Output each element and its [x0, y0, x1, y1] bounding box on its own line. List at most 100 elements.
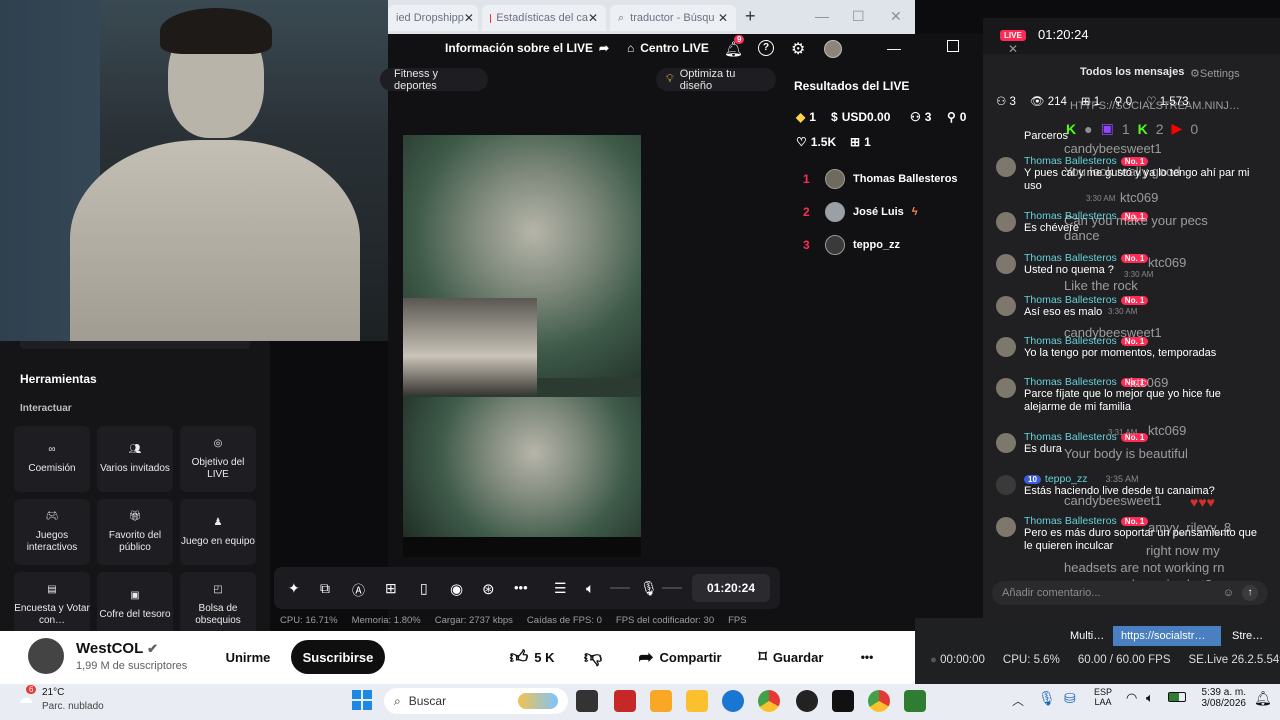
- close-icon[interactable]: ✕: [588, 11, 598, 25]
- save-label: Guardar: [772, 649, 824, 665]
- chat-comment-input[interactable]: Añadir comentario... ☺ ↑: [992, 581, 1268, 605]
- search-icon: ⌕: [618, 11, 625, 24]
- close-icon[interactable]: ✕: [464, 11, 474, 25]
- send-icon[interactable]: ↑: [1242, 585, 1258, 601]
- views-counter: 👁︎ 214: [1029, 96, 1067, 108]
- follower-icon: ⚲: [947, 110, 956, 124]
- live-info-link[interactable]: Información sobre el LIVE ➦: [445, 41, 609, 55]
- save-button[interactable]: ⌑ Guardar: [753, 640, 829, 674]
- person-hair: [160, 8, 272, 54]
- chat-filter[interactable]: Todos los mensajes: [1080, 66, 1184, 78]
- message-author[interactable]: teppo_zz: [1045, 473, 1088, 485]
- edge-icon[interactable]: [722, 690, 744, 712]
- message-author[interactable]: Thomas Ballesteros: [1024, 431, 1117, 443]
- microphone-icon[interactable]: 🎙︎: [1038, 690, 1056, 707]
- ranking-row[interactable]: 2 José Luis ϟ: [803, 200, 918, 224]
- task-view-icon[interactable]: [576, 690, 598, 712]
- clock[interactable]: 5:39 a. m. 3/08/2026: [1196, 687, 1247, 709]
- minimize-icon[interactable]: —: [887, 40, 901, 56]
- share-button[interactable]: ➦ Compartir: [634, 640, 726, 674]
- maximize-icon[interactable]: [947, 40, 959, 52]
- chrome-icon[interactable]: [758, 690, 780, 712]
- language-indicator[interactable]: ESP LAA: [1094, 687, 1112, 707]
- join-button[interactable]: Unirme: [216, 640, 280, 674]
- add-source-icon[interactable]: ⊞: [385, 580, 401, 596]
- close-icon[interactable]: ✕: [1008, 42, 1018, 56]
- close-icon[interactable]: ✕: [718, 11, 728, 25]
- tool-poll[interactable]: ▤ Encuesta y Votar con…: [14, 572, 90, 638]
- tool-team-game[interactable]: ♟ Juego en equipo: [180, 499, 256, 565]
- live-center-link[interactable]: ⌂ Centro LIVE: [627, 41, 709, 55]
- notification-icon[interactable]: 🔔︎: [1254, 690, 1272, 707]
- tool-audience-favorite[interactable]: 🎁︎ Favorito del público: [97, 499, 173, 565]
- channel-avatar[interactable]: [28, 638, 64, 674]
- dislike-button[interactable]: 👎︎: [576, 640, 610, 674]
- likes-value: 1.5K: [810, 135, 837, 149]
- maximize-icon[interactable]: ☐: [852, 8, 865, 25]
- folder-icon[interactable]: [686, 690, 708, 712]
- message-author[interactable]: Thomas Ballesteros: [1024, 294, 1117, 306]
- mic-slider[interactable]: [662, 587, 682, 589]
- ranking-row[interactable]: 3 teppo_zz: [803, 233, 900, 257]
- category-pill[interactable]: Fitness y deportes: [380, 68, 488, 92]
- share-label: Compartir: [659, 649, 722, 665]
- browser-tab[interactable]: ⌕ traductor - Búsqu ✕: [610, 5, 736, 31]
- storage-icon[interactable]: ⛁: [1064, 690, 1076, 707]
- battery-icon[interactable]: [1168, 692, 1186, 702]
- tool-live-goal[interactable]: ◎ Objetivo del LIVE: [180, 426, 256, 492]
- close-window-icon[interactable]: ✕: [890, 8, 902, 25]
- new-tab-button[interactable]: +: [745, 6, 756, 27]
- message-author[interactable]: Thomas Ballesteros: [1024, 515, 1117, 527]
- chat-settings[interactable]: ⚙Settings: [1190, 67, 1240, 80]
- diamonds-stat: ◆ 1: [796, 110, 816, 124]
- wifi-icon[interactable]: ◠: [1126, 690, 1137, 706]
- mixer-icon[interactable]: ☰: [554, 580, 570, 596]
- speaker-icon[interactable]: 🔈︎: [1146, 690, 1154, 706]
- obs-icon[interactable]: [796, 690, 818, 712]
- message-author[interactable]: Thomas Ballesteros: [1024, 376, 1117, 388]
- tool-multi-guest[interactable]: 👥︎ Varios invitados: [97, 426, 173, 492]
- microphone-icon[interactable]: 🎙︎: [640, 580, 658, 596]
- edit-screen-icon[interactable]: ⧉: [320, 580, 336, 596]
- obs-dock-tab-active[interactable]: https://socialstr…: [1113, 626, 1221, 646]
- browser-tab[interactable]: ied Dropshipp ✕: [388, 5, 478, 31]
- chevron-up-icon[interactable]: ︿: [1012, 692, 1024, 709]
- file-explorer-icon[interactable]: [650, 690, 672, 712]
- record-icon[interactable]: ◉: [450, 580, 466, 598]
- rank-badge: No. 1: [1120, 295, 1149, 305]
- ai-icon[interactable]: Ⓐ: [352, 580, 368, 598]
- chrome-profile-icon[interactable]: [868, 690, 890, 712]
- emoji-icon[interactable]: ☺: [1223, 587, 1234, 599]
- volume-slider[interactable]: [610, 587, 630, 589]
- taskbar-search[interactable]: ⌕ Buscar: [384, 688, 568, 714]
- more-button[interactable]: •••: [850, 640, 884, 674]
- minimize-icon[interactable]: —: [815, 8, 829, 24]
- more-options-icon[interactable]: •••: [514, 580, 530, 596]
- optimize-design-pill[interactable]: 💡︎ Optimiza tu diseño: [656, 68, 776, 92]
- browser-tab[interactable]: Estadísticas del ca ✕: [482, 5, 606, 31]
- tool-cohost[interactable]: ∞ Coemisión: [14, 426, 90, 492]
- ranking-row[interactable]: 1 Thomas Ballesteros: [803, 167, 958, 191]
- magic-wand-icon[interactable]: ✦: [288, 580, 304, 596]
- obs-dock-tab[interactable]: Multi…: [1062, 626, 1112, 646]
- obs-dock-tab[interactable]: Stre…: [1224, 626, 1271, 646]
- tool-gift-bag[interactable]: ◰ Bolsa de obsequios: [180, 572, 256, 638]
- tiktok-icon[interactable]: [832, 690, 854, 712]
- channel-name[interactable]: WestCOL ✔: [76, 640, 158, 657]
- app-icon[interactable]: [904, 690, 926, 712]
- subscribe-button[interactable]: Suscribirse: [291, 640, 385, 674]
- help-icon[interactable]: ?: [758, 40, 774, 56]
- windows-start-icon[interactable]: [352, 690, 372, 710]
- phone-icon[interactable]: ▯: [420, 580, 436, 596]
- avatar[interactable]: [824, 40, 842, 58]
- tool-treasure-chest[interactable]: ▣ Cofre del tesoro: [97, 572, 173, 638]
- volume-icon[interactable]: 🔈︎: [586, 580, 602, 596]
- settings-gear-icon[interactable]: ⚙: [791, 39, 805, 59]
- follows-counter: ⚲ 0: [1114, 96, 1133, 108]
- tool-interactive-games[interactable]: 🎮︎ Juegos interactivos: [14, 499, 90, 565]
- like-button[interactable]: 👍︎ 5 K: [505, 640, 559, 674]
- brave-icon[interactable]: [614, 690, 636, 712]
- cpu-stat: CPU: 16.71%: [280, 615, 338, 626]
- message-author[interactable]: Thomas Ballesteros: [1024, 252, 1117, 264]
- camera-switch-icon[interactable]: ⊛: [482, 580, 498, 598]
